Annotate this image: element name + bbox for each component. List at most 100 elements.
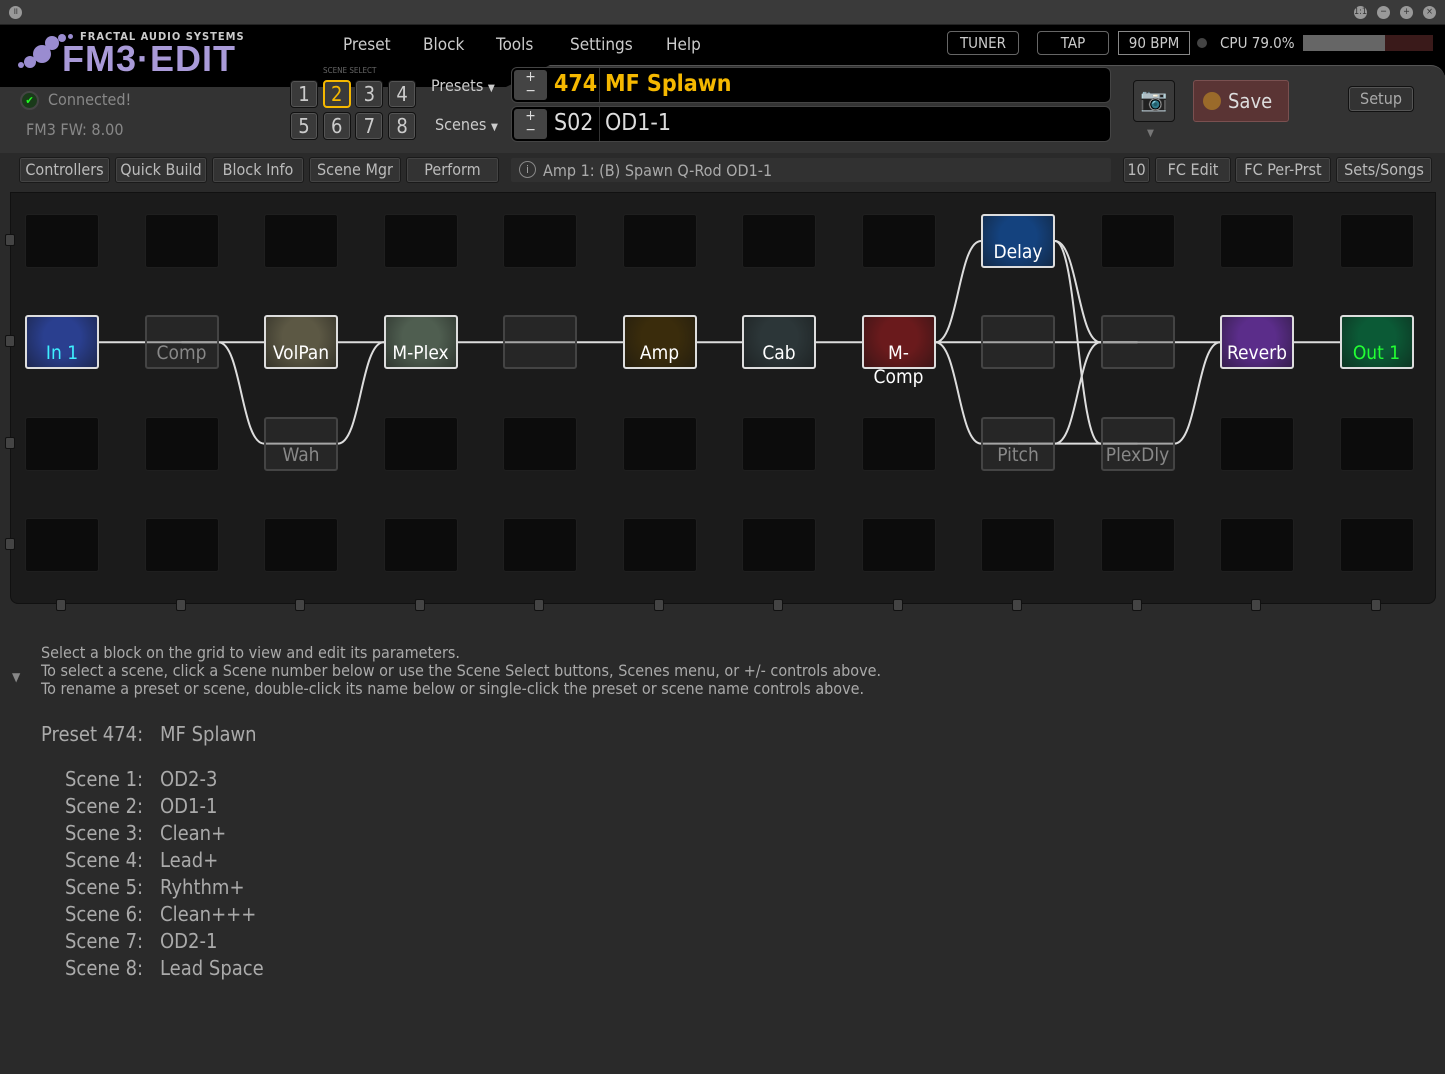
tuner-button[interactable]: TUNER xyxy=(947,31,1019,55)
empty-grid-cell[interactable] xyxy=(1220,214,1294,268)
scene-summary-label[interactable]: Scene 6: xyxy=(65,902,143,926)
block-shunt[interactable] xyxy=(1100,315,1175,370)
scene-summary-label[interactable]: Scene 5: xyxy=(65,875,143,899)
menu-tools[interactable]: Tools xyxy=(496,35,533,55)
block-m-comp[interactable]: M-Comp xyxy=(861,315,936,388)
fc-edit-button[interactable]: FC Edit xyxy=(1155,157,1231,183)
scene-summary-label[interactable]: Scene 1: xyxy=(65,767,143,791)
scene-summary-name[interactable]: Lead+ xyxy=(160,848,218,872)
column-handle[interactable] xyxy=(534,599,544,611)
block-wah[interactable]: Wah xyxy=(264,416,338,471)
menu-settings[interactable]: Settings xyxy=(570,35,633,55)
column-handle[interactable] xyxy=(1012,599,1022,611)
scene-button-6[interactable]: 6 xyxy=(322,112,351,140)
empty-grid-cell[interactable] xyxy=(742,214,816,268)
collapse-arrow-icon[interactable]: ▼ xyxy=(12,670,20,684)
empty-grid-cell[interactable] xyxy=(503,214,577,268)
column-handle[interactable] xyxy=(56,599,66,611)
empty-grid-cell[interactable] xyxy=(1220,416,1294,471)
empty-grid-cell[interactable] xyxy=(622,517,697,572)
column-handle[interactable] xyxy=(892,599,903,611)
empty-grid-cell[interactable] xyxy=(383,517,458,572)
empty-grid-cell[interactable] xyxy=(25,214,99,268)
fc-per-preset-button[interactable]: FC Per-Prst xyxy=(1235,157,1331,183)
scene-button-7[interactable]: 7 xyxy=(355,112,384,140)
scene-number[interactable]: S02 xyxy=(554,110,593,136)
actual-size-button[interactable]: 1:1 xyxy=(1354,6,1367,19)
preset-number[interactable]: 474 xyxy=(554,71,597,97)
empty-grid-cell[interactable] xyxy=(861,416,936,471)
scene-increment-decrement[interactable]: + − xyxy=(514,109,547,139)
block-plexdly[interactable]: PlexDly xyxy=(1100,416,1175,471)
block-shunt[interactable] xyxy=(503,315,577,370)
maximize-button[interactable]: + xyxy=(1400,6,1413,19)
menu-preset[interactable]: Preset xyxy=(343,35,391,55)
empty-grid-cell[interactable] xyxy=(622,416,697,471)
block-cab[interactable]: Cab xyxy=(742,315,816,370)
column-handle[interactable] xyxy=(653,599,664,611)
scene-summary-name[interactable]: Lead Space xyxy=(160,956,264,980)
empty-grid-cell[interactable] xyxy=(1339,214,1414,268)
scene-button-1[interactable]: 1 xyxy=(290,80,318,108)
routing-grid[interactable]: In 1 Comp VolPan Wah M-Plex Amp Cab M-Comp Delay… xyxy=(10,192,1436,604)
scene-button-3[interactable]: 3 xyxy=(355,80,384,108)
scene-summary-label[interactable]: Scene 2: xyxy=(65,794,143,818)
minimize-button[interactable]: − xyxy=(1377,6,1390,19)
column-handle[interactable] xyxy=(1131,599,1142,611)
scene-button-4[interactable]: 4 xyxy=(388,80,417,108)
scene-summary-label[interactable]: Scene 7: xyxy=(65,929,143,953)
empty-grid-cell[interactable] xyxy=(1339,416,1414,471)
empty-grid-cell[interactable] xyxy=(25,517,99,572)
empty-grid-cell[interactable] xyxy=(1220,517,1294,572)
row-handle[interactable] xyxy=(5,234,15,246)
scene-button-5[interactable]: 5 xyxy=(290,112,318,140)
empty-grid-cell[interactable] xyxy=(742,416,816,471)
empty-grid-cell[interactable] xyxy=(1339,517,1414,572)
pause-icon[interactable]: ॥ xyxy=(9,6,22,19)
fc-layout-button[interactable]: 10 xyxy=(1123,157,1150,183)
scene-summary-name[interactable]: OD1-1 xyxy=(160,794,217,818)
empty-grid-cell[interactable] xyxy=(622,214,697,268)
presets-menu[interactable]: Presets ▼ xyxy=(431,76,495,95)
scene-button-2[interactable]: 2 xyxy=(322,80,351,108)
column-handle[interactable] xyxy=(175,599,186,611)
empty-grid-cell[interactable] xyxy=(861,214,936,268)
scene-summary-name[interactable]: OD2-1 xyxy=(160,929,217,953)
empty-grid-cell[interactable] xyxy=(981,517,1055,572)
empty-grid-cell[interactable] xyxy=(144,517,219,572)
sets-songs-button[interactable]: Sets/Songs xyxy=(1336,157,1432,183)
controllers-button[interactable]: Controllers xyxy=(19,157,110,183)
block-volpan[interactable]: VolPan xyxy=(264,315,338,370)
empty-grid-cell[interactable] xyxy=(1100,214,1175,268)
preset-increment-decrement[interactable]: + − xyxy=(514,70,547,100)
quick-build-button[interactable]: Quick Build xyxy=(115,157,207,183)
scene-summary-label[interactable]: Scene 4: xyxy=(65,848,143,872)
empty-grid-cell[interactable] xyxy=(861,517,936,572)
block-in-1[interactable]: In 1 xyxy=(25,315,99,370)
empty-grid-cell[interactable] xyxy=(1100,517,1175,572)
tap-button[interactable]: TAP xyxy=(1037,31,1109,55)
empty-grid-cell[interactable] xyxy=(264,214,338,268)
block-amp[interactable]: Amp xyxy=(622,315,697,370)
scene-button-8[interactable]: 8 xyxy=(388,112,417,140)
empty-grid-cell[interactable] xyxy=(742,517,816,572)
scene-summary-name[interactable]: Clean+++ xyxy=(160,902,256,926)
empty-grid-cell[interactable] xyxy=(503,416,577,471)
scene-summary-name[interactable]: Clean+ xyxy=(160,821,226,845)
preset-name[interactable]: MF Splawn xyxy=(605,71,732,97)
scene-name[interactable]: OD1-1 xyxy=(605,110,671,136)
column-handle[interactable] xyxy=(1370,599,1381,611)
column-handle[interactable] xyxy=(1251,599,1261,611)
menu-block[interactable]: Block xyxy=(423,35,464,55)
setup-button[interactable]: Setup xyxy=(1348,86,1414,112)
block-m-plex[interactable]: M-Plex xyxy=(383,315,458,370)
block-pitch[interactable]: Pitch xyxy=(981,416,1055,471)
column-handle[interactable] xyxy=(414,599,425,611)
empty-grid-cell[interactable] xyxy=(503,517,577,572)
block-shunt[interactable] xyxy=(981,315,1055,370)
column-handle[interactable] xyxy=(773,599,783,611)
scene-summary-label[interactable]: Scene 8: xyxy=(65,956,143,980)
menu-help[interactable]: Help xyxy=(666,35,701,55)
scene-summary-label[interactable]: Scene 3: xyxy=(65,821,143,845)
scene-summary-name[interactable]: Ryhthm+ xyxy=(160,875,245,899)
